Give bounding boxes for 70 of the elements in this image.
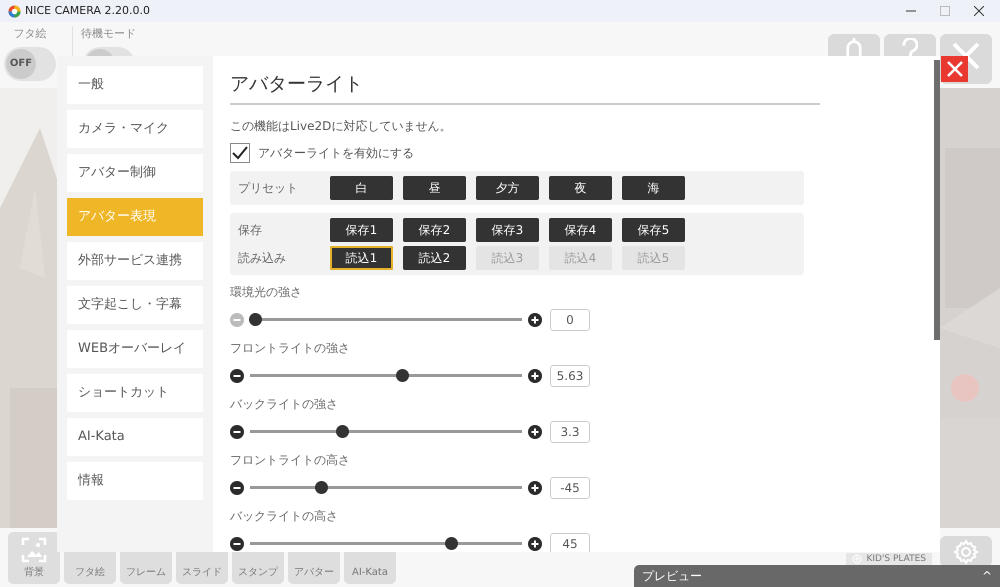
toggle-label: フタ絵	[14, 26, 46, 42]
preview-label: プレビュー	[642, 568, 702, 585]
sidebar-item[interactable]: 文字起こし・字幕	[67, 286, 203, 324]
sidebar-item[interactable]: アバター制御	[67, 154, 203, 192]
save-button[interactable]: 保存1	[330, 218, 393, 242]
window-title: NICE CAMERA 2.20.0.0	[25, 2, 150, 19]
badge-text: KID'S PLATES	[866, 553, 926, 565]
save-button[interactable]: 保存2	[403, 218, 466, 242]
save-button[interactable]: 保存4	[549, 218, 612, 242]
slider-thumb[interactable]	[249, 313, 262, 326]
value-field[interactable]: 5.63	[550, 364, 590, 386]
minus-icon[interactable]	[230, 368, 244, 382]
panel-title: アバターライト	[230, 70, 820, 104]
preset-button[interactable]: 昼	[403, 176, 466, 200]
slider-thumb[interactable]	[445, 537, 458, 550]
slider-label: 環境光の強さ	[230, 284, 303, 300]
value-field[interactable]: -45	[550, 476, 590, 498]
notice-text: この機能はLive2Dに対応していません。	[230, 118, 452, 134]
checkmark-icon	[232, 146, 248, 160]
minus-icon[interactable]	[230, 424, 244, 438]
preview-bar[interactable]: プレビュー ^	[634, 565, 1000, 587]
preset-button[interactable]: 海	[622, 176, 685, 200]
minus-icon[interactable]	[230, 536, 244, 550]
save-button[interactable]: 保存3	[476, 218, 539, 242]
settings-button[interactable]	[940, 536, 992, 567]
value-field[interactable]: 45	[550, 532, 590, 552]
close-button[interactable]	[941, 56, 968, 82]
slider-label: フロントライトの強さ	[230, 340, 351, 356]
group-label: プリセット	[237, 180, 299, 196]
sidebar-item[interactable]: ショートカット	[67, 374, 203, 412]
value-field[interactable]: 3.3	[550, 420, 590, 442]
settings-icon	[953, 538, 979, 564]
plus-icon[interactable]	[528, 312, 542, 326]
scrollbar-thumb[interactable]	[934, 60, 940, 340]
checkbox[interactable]	[230, 142, 250, 162]
sidebar-item[interactable]: カメラ・マイク	[67, 110, 203, 148]
load-button[interactable]: 読込2	[403, 246, 466, 270]
slider-label: フロントライトの高さ	[230, 452, 351, 468]
sidebar-item[interactable]: 情報	[67, 462, 203, 500]
minus-icon[interactable]	[230, 480, 244, 494]
preset-button[interactable]: 夕方	[476, 176, 539, 200]
plus-circle-icon	[852, 554, 862, 564]
save-button[interactable]: 保存5	[622, 218, 685, 242]
plus-icon[interactable]	[528, 536, 542, 550]
slider-thumb[interactable]	[396, 369, 410, 382]
sidebar-item[interactable]: WEBオーバーレイ	[67, 330, 203, 368]
slider-thumb[interactable]	[314, 481, 328, 494]
preset-button[interactable]: 白	[330, 176, 393, 200]
image-icon	[21, 537, 47, 563]
group-label: 保存	[237, 222, 263, 238]
plus-icon[interactable]	[528, 424, 542, 438]
close-icon[interactable]	[974, 6, 984, 16]
toggle-switch[interactable]: OFF	[4, 46, 56, 80]
slider-thumb[interactable]	[336, 425, 350, 438]
value-field[interactable]: 0	[550, 308, 590, 330]
sidebar-item[interactable]: 一般	[67, 66, 203, 104]
plus-icon[interactable]	[528, 368, 542, 382]
checkbox-label: アバターライトを有効にする	[258, 144, 414, 162]
sidebar-item[interactable]: 外部サービス連携	[67, 242, 203, 280]
slider-label: バックライトの高さ	[230, 508, 339, 524]
toggle-label: 待機モード	[81, 26, 136, 42]
slider-label: バックライトの強さ	[230, 396, 339, 412]
sidebar-item[interactable]: AI-Kata	[67, 418, 203, 456]
group-label: 読み込み	[237, 250, 287, 266]
app-logo-icon	[8, 4, 21, 18]
expand-toggle[interactable]: ^	[982, 567, 992, 585]
preset-button[interactable]: 夜	[549, 176, 612, 200]
toggle-state: OFF	[6, 48, 36, 78]
load-button[interactable]: 読込1	[330, 246, 393, 270]
plus-icon[interactable]	[528, 480, 542, 494]
